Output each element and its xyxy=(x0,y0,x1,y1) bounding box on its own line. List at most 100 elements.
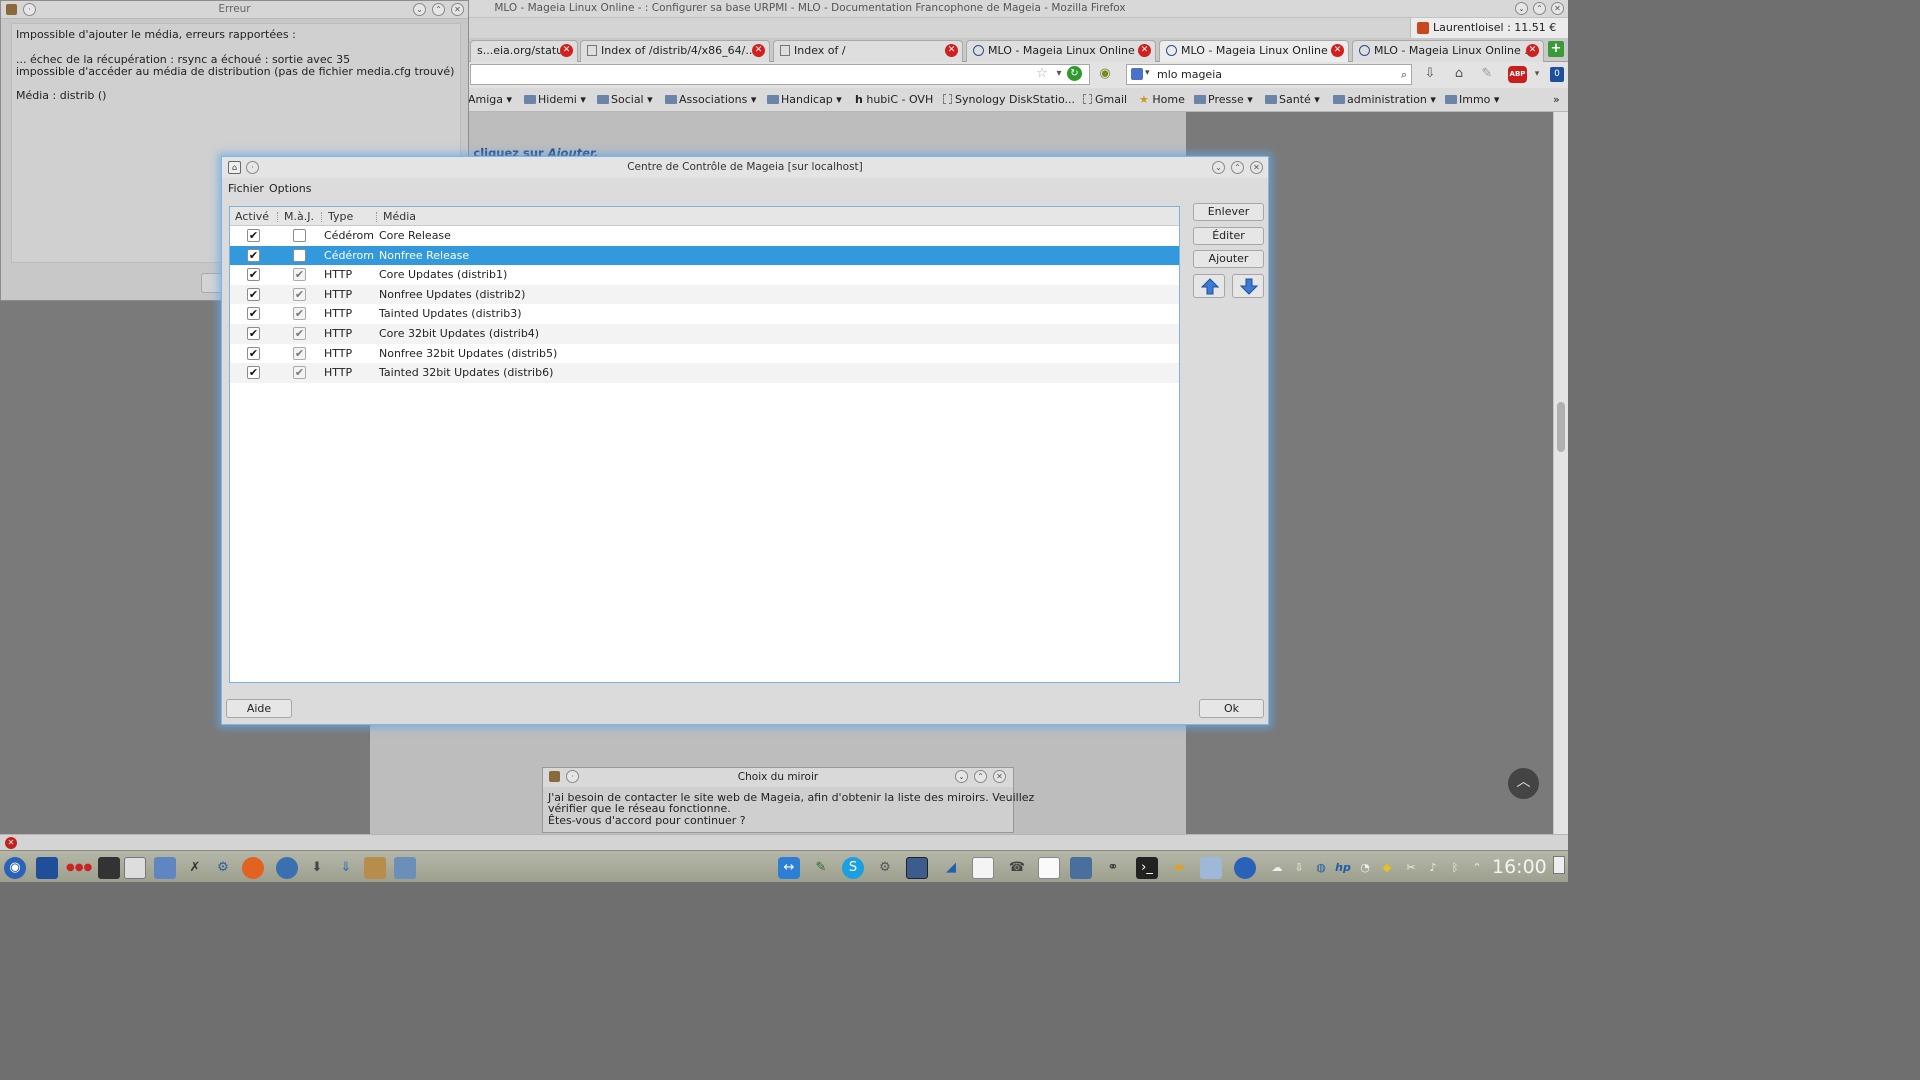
active-checkbox[interactable]: ✔ xyxy=(247,287,260,301)
maximize-icon[interactable]: ⌃ xyxy=(974,770,987,783)
folder-icon[interactable]: ▰ xyxy=(1168,857,1190,879)
maximize-icon[interactable]: ⌃ xyxy=(432,3,445,16)
search-field[interactable]: ▾ mlo mageia ⌕ xyxy=(1126,64,1412,85)
active-checkbox[interactable]: ✔ xyxy=(247,307,260,321)
table-row[interactable]: ✔ ✔ HTTP Core 32bit Updates (distrib4) xyxy=(230,324,1179,344)
active-window-icon[interactable] xyxy=(906,857,928,879)
column-separator[interactable] xyxy=(376,212,377,222)
adblock-plus-icon[interactable]: ABP xyxy=(1508,66,1527,83)
close-icon[interactable]: ✕ xyxy=(451,3,464,16)
tab-close-icon[interactable]: ✕ xyxy=(752,44,765,57)
browser-tab[interactable]: MLO - Mageia Linux Online ... ✕ xyxy=(1352,40,1544,62)
browser-tab-active[interactable]: MLO - Mageia Linux Online ... ✕ xyxy=(1159,40,1349,62)
start-menu-icon[interactable]: ◉ xyxy=(4,857,26,879)
show-desktop-icon[interactable] xyxy=(1553,856,1565,874)
table-row-selected[interactable]: ✔ Cédérom Nonfree Release xyxy=(230,245,1179,266)
clock[interactable]: 16:00 xyxy=(1492,856,1547,878)
download-icon[interactable]: ⇓ xyxy=(335,857,357,879)
desktop-icon[interactable] xyxy=(36,857,58,879)
minimize-icon[interactable]: ⌄ xyxy=(955,770,968,783)
minimize-icon[interactable]: ⌄ xyxy=(1212,161,1225,174)
addon-icon[interactable]: ◉ xyxy=(1096,65,1114,83)
abp-dropdown-icon[interactable]: ▾ xyxy=(1528,65,1546,83)
bookmark-folder-handicap[interactable]: Handicap ▾ xyxy=(767,93,842,106)
update-checkbox[interactable]: ✔ xyxy=(293,366,306,380)
column-header-active[interactable]: Activé xyxy=(235,210,269,223)
screen-icon[interactable] xyxy=(1200,857,1222,879)
scissors-icon[interactable]: ✂ xyxy=(1400,857,1422,879)
scroll-to-top-icon[interactable]: ︿ xyxy=(1508,768,1539,799)
bookmark-folder-social[interactable]: Social ▾ xyxy=(597,93,653,106)
bookmark-hubic[interactable]: h hubiC - OVH xyxy=(855,93,933,106)
close-icon[interactable]: ✕ xyxy=(1250,161,1263,174)
table-row[interactable]: ✔ ✔ HTTP Nonfree 32bit Updates (distrib5… xyxy=(230,344,1179,364)
bookmark-folder-amiga[interactable]: Amiga ▾ xyxy=(468,93,512,106)
active-checkbox[interactable]: ✔ xyxy=(247,327,260,340)
globe-icon[interactable]: ◍ xyxy=(1310,857,1332,879)
active-checkbox[interactable]: ✔ xyxy=(247,229,260,242)
volume-icon[interactable]: ♪ xyxy=(1422,857,1444,879)
update-checkbox[interactable]: ✔ xyxy=(293,327,306,340)
column-header-type[interactable]: Type xyxy=(328,210,353,223)
tab-close-icon[interactable]: ✕ xyxy=(945,44,958,57)
update-checkbox[interactable]: ✔ xyxy=(293,346,306,360)
column-header-media[interactable]: Média xyxy=(383,210,416,223)
document-icon[interactable] xyxy=(972,857,994,879)
bookmark-synology[interactable]: Synology DiskStatio... xyxy=(943,93,1075,106)
menu-fichier[interactable]: Fichier xyxy=(228,182,264,195)
expand-tray-icon[interactable]: ⌃ xyxy=(1466,857,1488,879)
network-icon[interactable]: ⚙ xyxy=(212,857,234,879)
user-account-bar[interactable]: Laurentloisel : 11.51 € xyxy=(1410,18,1568,38)
terminal-icon[interactable]: ›_ xyxy=(1136,857,1158,879)
tab-close-icon[interactable]: ✕ xyxy=(1138,44,1151,57)
column-header-update[interactable]: M.à.J. xyxy=(284,210,314,223)
add-button[interactable]: Ajouter xyxy=(1193,250,1264,268)
firefox-icon[interactable] xyxy=(242,857,264,879)
workspace-icon[interactable] xyxy=(124,857,146,879)
downloads-icon[interactable]: ⇩ xyxy=(1421,65,1439,83)
search-engine-icon[interactable] xyxy=(1131,68,1143,80)
extension-icon[interactable]: ✎ xyxy=(1478,65,1496,83)
clipboard-icon[interactable]: ✎ xyxy=(810,857,832,879)
update-checkbox[interactable]: ✔ xyxy=(293,268,306,282)
scrollbar-thumb[interactable] xyxy=(1557,402,1565,452)
column-separator[interactable] xyxy=(277,212,278,222)
weather-icon[interactable]: ☁ xyxy=(1266,857,1288,879)
page-scrollbar[interactable] xyxy=(1553,112,1568,834)
maximize-icon[interactable]: ⌃ xyxy=(1533,2,1546,15)
error-status-icon[interactable]: ✕ xyxy=(5,837,17,849)
hp-icon[interactable]: hp xyxy=(1332,857,1354,879)
browser-tab[interactable]: Index of /distrib/4/x86_64/... ✕ xyxy=(580,40,770,62)
remove-button[interactable]: Enlever xyxy=(1193,203,1264,221)
bookmark-home[interactable]: ★ Home xyxy=(1139,93,1185,106)
tools-icon[interactable]: ✗ xyxy=(184,857,206,879)
edit-button[interactable]: Éditer xyxy=(1193,227,1264,245)
url-dropdown-icon[interactable]: ▾ xyxy=(1050,65,1068,83)
download-tray-icon[interactable]: ⇩ xyxy=(1288,857,1310,879)
notification-icon[interactable]: ◆ xyxy=(1376,857,1398,879)
move-down-button[interactable] xyxy=(1232,274,1264,298)
search-engine-dropdown-icon[interactable]: ▾ xyxy=(1145,68,1150,78)
column-separator[interactable] xyxy=(321,212,322,222)
wireshark-icon[interactable]: ◢ xyxy=(940,857,962,879)
minimize-icon[interactable]: ⌄ xyxy=(413,3,426,16)
active-checkbox[interactable]: ✔ xyxy=(247,366,260,380)
teamviewer-icon[interactable]: ↔ xyxy=(778,857,800,879)
search-binoculars-icon[interactable]: ⌕ xyxy=(1401,68,1407,82)
table-row[interactable]: ✔ ✔ HTTP Nonfree Updates (distrib2) xyxy=(230,284,1179,305)
ok-button[interactable]: Ok xyxy=(1199,699,1264,718)
gauge-icon[interactable]: ◔ xyxy=(1354,857,1376,879)
minimize-icon[interactable]: ⌄ xyxy=(1515,2,1528,15)
tab-close-icon[interactable]: ✕ xyxy=(1526,44,1539,57)
search-input[interactable]: mlo mageia xyxy=(1157,68,1222,81)
system-monitor-icon[interactable] xyxy=(1070,857,1092,879)
notification-badge[interactable]: 0 xyxy=(1550,67,1564,82)
browser-tab[interactable]: Index of / ✕ xyxy=(773,40,963,62)
update-checkbox[interactable]: ✔ xyxy=(293,287,306,301)
maximize-icon[interactable]: ⌃ xyxy=(1231,161,1244,174)
workspace-icon[interactable] xyxy=(98,857,120,879)
bookmark-folder-associations[interactable]: Associations ▾ xyxy=(665,93,756,106)
tab-close-icon[interactable]: ✕ xyxy=(1331,44,1344,57)
install-icon[interactable]: ⬇ xyxy=(306,857,328,879)
skype-icon[interactable]: S xyxy=(842,857,864,879)
